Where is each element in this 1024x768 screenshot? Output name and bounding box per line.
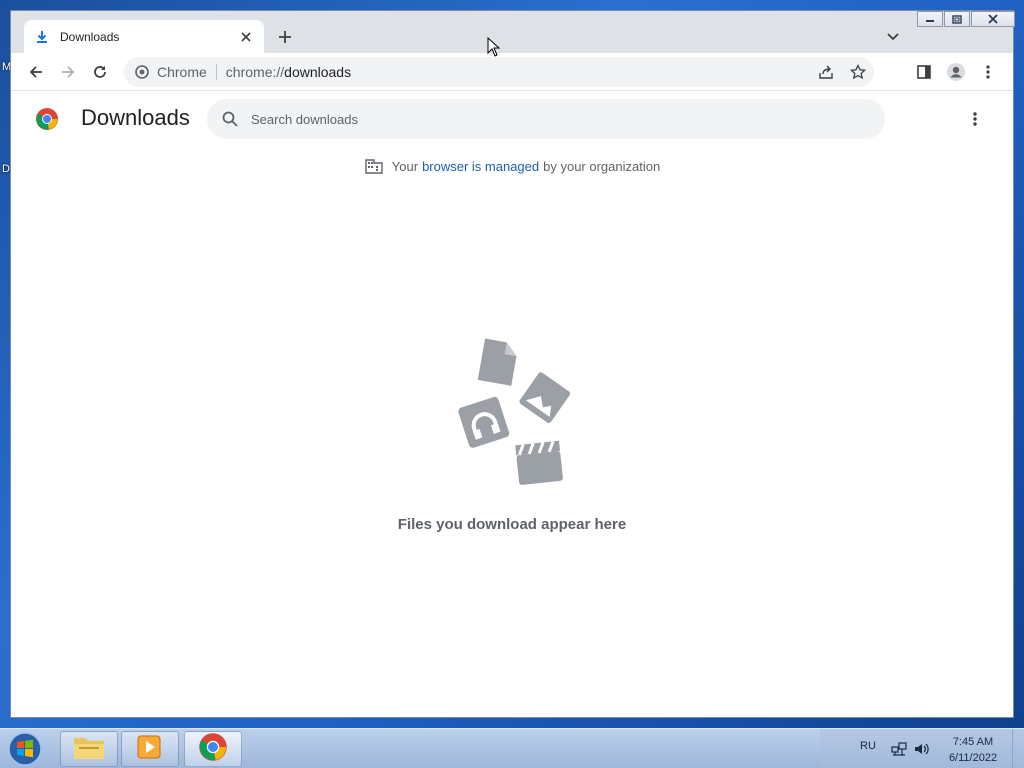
managed-link[interactable]: browser is managed xyxy=(422,159,539,174)
managed-prefix: Your xyxy=(391,158,419,174)
browser-window: Downloads Chrome chrome://downloads Down… xyxy=(10,10,1015,718)
side-panel-button[interactable] xyxy=(912,60,936,84)
address-bar-actions xyxy=(810,60,874,84)
page-title: Downloads xyxy=(81,105,190,130)
taskbar-chrome[interactable] xyxy=(184,731,242,767)
downloads-menu-button[interactable] xyxy=(963,107,987,131)
folder-icon xyxy=(73,734,105,765)
clock-time: 7:45 AM xyxy=(952,736,994,748)
site-chip[interactable]: Chrome xyxy=(134,64,207,80)
audio-icon xyxy=(458,396,510,448)
close-icon[interactable] xyxy=(238,29,254,45)
browser-toolbar: Chrome chrome://downloads xyxy=(11,53,1013,91)
document-icon xyxy=(477,338,517,386)
chrome-icon xyxy=(198,732,228,767)
new-tab-button[interactable] xyxy=(273,25,297,49)
site-chip-label: Chrome xyxy=(157,64,207,80)
tab-search-button[interactable] xyxy=(883,27,903,47)
url-text: chrome://downloads xyxy=(226,64,351,80)
download-icon xyxy=(34,29,50,45)
search-downloads-field[interactable] xyxy=(207,99,885,139)
clock[interactable]: 7:45 AM 6/11/2022 xyxy=(940,734,1006,766)
downloads-header: Downloads xyxy=(11,91,1013,147)
search-icon xyxy=(221,110,239,128)
title-bar: Downloads xyxy=(11,11,1015,53)
back-button[interactable] xyxy=(24,60,48,84)
mouse-cursor xyxy=(487,36,501,62)
minimize-button[interactable] xyxy=(917,11,943,27)
volume-icon[interactable] xyxy=(913,741,931,757)
building-icon xyxy=(364,157,384,175)
media-player-icon xyxy=(136,734,164,765)
window-close-button[interactable] xyxy=(971,11,1015,27)
empty-state-message: Files you download appear here xyxy=(397,516,627,533)
search-input[interactable] xyxy=(251,111,811,127)
restore-button[interactable] xyxy=(944,11,970,27)
managed-suffix: by your organization xyxy=(543,158,661,174)
network-icon[interactable] xyxy=(890,741,908,757)
start-button[interactable] xyxy=(6,731,44,767)
image-icon xyxy=(519,372,571,423)
taskbar-file-explorer[interactable] xyxy=(60,731,118,767)
desktop-icon-label-fragment: D xyxy=(2,163,10,175)
taskbar: RU 7:45 AM 6/11/2022 xyxy=(0,728,1024,768)
chrome-icon xyxy=(134,64,150,80)
language-indicator[interactable]: RU xyxy=(860,740,876,752)
url-path: downloads xyxy=(284,64,352,80)
tab-downloads[interactable]: Downloads xyxy=(24,20,264,53)
forward-button[interactable] xyxy=(56,60,80,84)
video-icon xyxy=(515,440,563,485)
share-icon[interactable] xyxy=(810,60,842,84)
taskbar-media-player[interactable] xyxy=(121,731,179,767)
tab-title: Downloads xyxy=(60,29,120,44)
show-desktop-button[interactable] xyxy=(1012,729,1024,768)
empty-downloads-illustration xyxy=(447,337,577,487)
reload-button[interactable] xyxy=(88,60,112,84)
chrome-logo-icon xyxy=(35,107,59,131)
managed-notice: Your browser is managed by your organiza… xyxy=(11,157,1013,175)
address-divider xyxy=(215,64,217,80)
profile-avatar[interactable] xyxy=(944,60,968,84)
clock-date: 6/11/2022 xyxy=(948,752,998,764)
url-scheme: chrome:// xyxy=(225,64,285,80)
bookmark-star-icon[interactable] xyxy=(842,60,874,84)
chrome-menu-button[interactable] xyxy=(976,60,1000,84)
window-controls xyxy=(916,11,1015,29)
